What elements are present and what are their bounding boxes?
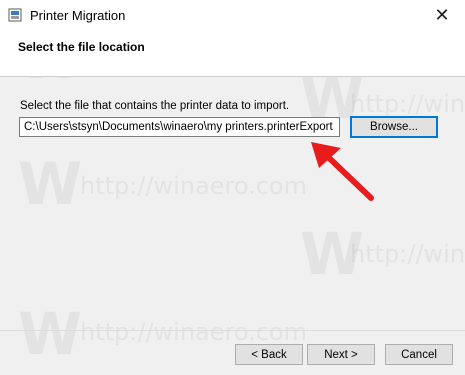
watermark-url: http://winaero.com [80,172,307,200]
file-path-input[interactable] [19,117,340,137]
window-title: Printer Migration [30,8,126,23]
browse-button-label: Browse... [370,121,418,133]
next-button[interactable]: Next > [307,344,375,365]
footer-divider [0,330,465,331]
browse-button[interactable]: Browse... [350,116,438,138]
cancel-button-label: Cancel [401,348,437,361]
watermark-logo: W [300,220,364,288]
watermark-logo: W [18,300,82,368]
watermark-logo: W [18,150,82,218]
printer-migration-window: W W http://winaero.com W http://winaero.… [0,0,465,375]
back-button-label: < Back [251,348,287,361]
printer-migration-app-icon [8,8,22,22]
close-button[interactable]: ✕ [419,0,465,30]
watermark-url: http://winaero.com [350,90,465,118]
cancel-button[interactable]: Cancel [385,344,453,365]
wizard-header: Select the file location [0,30,465,77]
close-icon: ✕ [434,4,450,25]
back-button[interactable]: < Back [235,344,303,365]
page-title: Select the file location [18,40,145,54]
file-prompt-label: Select the file that contains the printe… [20,100,290,112]
title-bar[interactable]: Printer Migration ✕ [0,0,465,30]
next-button-label: Next > [324,348,358,361]
watermark-url: http://winaero.com [80,318,307,346]
red-arrow-icon [311,142,374,201]
watermark-url: http://winaero.com [350,240,465,268]
